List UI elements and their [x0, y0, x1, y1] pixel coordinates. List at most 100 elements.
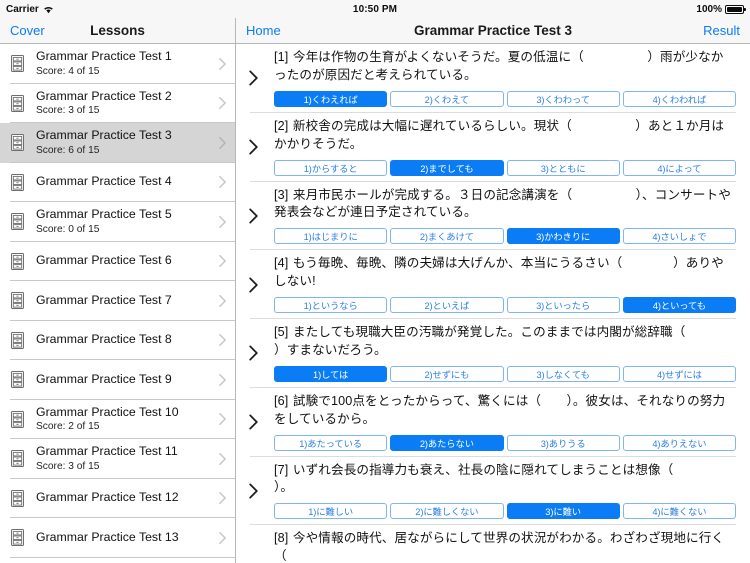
- status-bar-time: 10:50 PM: [352, 3, 398, 15]
- lesson-row[interactable]: Grammar Practice Test 12: [0, 478, 235, 518]
- chevron-right-icon[interactable]: [248, 138, 259, 156]
- chevron-right-icon: [218, 136, 227, 150]
- question-number: [8]: [274, 531, 289, 546]
- question-body: 今や情報の時代、居ながらにして世界の状況がわかる。わざわざ現地に行く（: [274, 531, 725, 563]
- choice-button[interactable]: 2)くわえて: [390, 90, 504, 107]
- file-cabinet-icon: [10, 54, 25, 73]
- file-cabinet-icon: [10, 528, 25, 547]
- choice-button[interactable]: 4)せずには: [622, 365, 736, 382]
- lesson-text-block: Grammar Practice Test 6: [36, 254, 212, 268]
- question-item[interactable]: [8] 今や情報の時代、居ながらにして世界の状況がわかる。わざわざ現地に行く（: [236, 525, 750, 563]
- chevron-right-icon: [218, 57, 227, 71]
- question-body: 来月市民ホールが完成する。３日の記念講演を（ ）、コンサートや発表会などが連日予…: [274, 187, 731, 220]
- sidebar: Cover Lessons Grammar Practice Test 1 Sco…: [0, 18, 236, 563]
- choice-button[interactable]: 1)からすると: [274, 159, 388, 176]
- chevron-right-icon: [218, 254, 227, 268]
- question-item[interactable]: [5] またしても現職大臣の汚職が発覚した。このままでは内閣が総辞職（ ）すまな…: [236, 319, 750, 388]
- question-number: [2]: [274, 118, 289, 133]
- chevron-right-icon[interactable]: [248, 482, 259, 500]
- question-body: 試験で100点をとったからって、驚くには（ ）。彼女は、それなりの努力をしている…: [274, 393, 726, 426]
- choice-button[interactable]: 1)はじまりに: [274, 228, 388, 245]
- lesson-row[interactable]: Grammar Practice Test 13: [0, 518, 235, 558]
- question-item[interactable]: [1] 今年は作物の生育がよくないそうだ。夏の低温に（ ）雨が少なかったのが原因…: [236, 44, 750, 113]
- lesson-row[interactable]: Grammar Practice Test 1 Score: 4 of 15: [0, 44, 235, 84]
- chevron-right-icon[interactable]: [248, 69, 259, 87]
- chevron-right-icon[interactable]: [248, 207, 259, 225]
- result-button[interactable]: Result: [703, 23, 740, 38]
- file-cabinet-icon: [10, 449, 25, 468]
- home-back-button[interactable]: Home: [246, 23, 281, 38]
- choice-button[interactable]: 1)くわえれば: [274, 90, 388, 107]
- question-number: [1]: [274, 50, 289, 64]
- chevron-right-icon: [218, 215, 227, 229]
- status-bar: Carrier 10:50 PM 100%: [0, 0, 750, 18]
- chevron-right-icon: [218, 373, 227, 387]
- choice-button[interactable]: 3)ありうる: [506, 434, 620, 451]
- choice-button[interactable]: 3)くわわって: [506, 90, 620, 107]
- question-list[interactable]: [1] 今年は作物の生育がよくないそうだ。夏の低温に（ ）雨が少なかったのが原因…: [236, 44, 750, 563]
- choice-button[interactable]: 1)というなら: [274, 297, 388, 313]
- lesson-list[interactable]: Grammar Practice Test 1 Score: 4 of 15 Gra…: [0, 44, 235, 563]
- lesson-row[interactable]: Grammar Practice Test 10 Score: 2 of 15: [0, 399, 235, 439]
- choice-button[interactable]: 4)といっても: [622, 297, 736, 313]
- split-view: Cover Lessons Grammar Practice Test 1 Sco…: [0, 18, 750, 563]
- lesson-title: Grammar Practice Test 3: [36, 129, 172, 143]
- cover-back-button[interactable]: Cover: [0, 23, 45, 38]
- lesson-text-block: Grammar Practice Test 9: [36, 373, 212, 387]
- lesson-score: Score: 6 of 15: [36, 144, 100, 156]
- chevron-right-icon[interactable]: [248, 276, 259, 294]
- choice-button[interactable]: 2)に難しくない: [390, 503, 504, 520]
- choice-button[interactable]: 4)によって: [622, 159, 736, 176]
- choice-button[interactable]: 2)といえば: [390, 297, 504, 313]
- lesson-text-block: Grammar Practice Test 12: [36, 491, 212, 505]
- lesson-row[interactable]: Grammar Practice Test 3 Score: 6 of 15: [0, 123, 235, 163]
- file-cabinet-icon: [10, 173, 25, 192]
- question-body: 今年は作物の生育がよくないそうだ。夏の低温に（ ）雨が少なかったのが原因だと考え…: [274, 50, 724, 82]
- sidebar-navigation-bar: Cover Lessons: [0, 18, 235, 44]
- lesson-title: Grammar Practice Test 7: [36, 293, 172, 307]
- choice-button[interactable]: 3)とともに: [506, 159, 620, 176]
- choice-button[interactable]: 1)に難しい: [274, 503, 388, 520]
- lesson-row[interactable]: Grammar Practice Test 7: [0, 281, 235, 321]
- chevron-right-icon[interactable]: [248, 413, 259, 431]
- choice-row: 1)というなら 2)といえば 3)といったら 4)といっても: [274, 297, 736, 313]
- choice-button[interactable]: 2)までしても: [390, 159, 504, 176]
- lesson-row[interactable]: Grammar Practice Test 5 Score: 0 of 15: [0, 202, 235, 242]
- lesson-row[interactable]: Grammar Practice Test 8: [0, 320, 235, 360]
- lesson-row[interactable]: Grammar Practice Test 6: [0, 241, 235, 281]
- chevron-right-icon[interactable]: [248, 344, 259, 362]
- choice-button[interactable]: 3)しなくても: [506, 365, 620, 382]
- lesson-row[interactable]: Grammar Practice Test 9: [0, 360, 235, 400]
- choice-button[interactable]: 3)といったら: [506, 297, 620, 313]
- main-navigation-bar: Home Grammar Practice Test 3 Result: [236, 18, 750, 44]
- choice-button[interactable]: 2)あたらない: [390, 434, 504, 451]
- question-item[interactable]: [6] 試験で100点をとったからって、驚くには（ ）。彼女は、それなりの努力を…: [236, 388, 750, 457]
- question-item[interactable]: [4] もう毎晩、毎晩、隣の夫婦は大げんか、本当にうるさい（ ）ありやしない! 1…: [236, 250, 750, 319]
- chevron-right-icon: [218, 333, 227, 347]
- choice-button[interactable]: 3)かわきりに: [506, 228, 620, 245]
- choice-button[interactable]: 2)まくあけて: [390, 228, 504, 245]
- lesson-row[interactable]: Grammar Practice Test 2 Score: 3 of 15: [0, 83, 235, 123]
- choice-button[interactable]: 1)あたっている: [274, 434, 388, 451]
- choice-button[interactable]: 4)に難くない: [622, 503, 736, 520]
- choice-button[interactable]: 3)に難い: [506, 503, 620, 520]
- choice-button[interactable]: 2)せずにも: [390, 365, 504, 382]
- question-item[interactable]: [7] いずれ会長の指導力も衰え、社長の陰に隠れてしまうことは想像（ ）。 1)に…: [236, 457, 750, 526]
- choice-button[interactable]: 4)さいしょで: [622, 228, 736, 245]
- question-item[interactable]: [2] 新校舎の完成は大幅に遅れているらしい。現状（ ）あと１か月はかかりそうだ…: [236, 113, 750, 182]
- file-cabinet-icon: [10, 370, 25, 389]
- chevron-right-icon: [218, 452, 227, 466]
- lesson-text-block: Grammar Practice Test 7: [36, 294, 212, 308]
- lesson-row[interactable]: Grammar Practice Test 11 Score: 3 of 15: [0, 439, 235, 479]
- choice-button[interactable]: 4)ありえない: [622, 434, 736, 451]
- choice-button[interactable]: 1)しては: [274, 365, 388, 382]
- status-bar-right: 100%: [696, 4, 746, 15]
- question-item[interactable]: [3] 来月市民ホールが完成する。３日の記念講演を（ ）、コンサートや発表会など…: [236, 182, 750, 251]
- lesson-row[interactable]: Grammar Practice Test 4: [0, 162, 235, 202]
- question-body: 新校舎の完成は大幅に遅れているらしい。現状（ ）あと１か月はかかりそうだ。: [274, 118, 725, 151]
- choice-button[interactable]: 4)くわわれば: [622, 90, 736, 107]
- file-cabinet-icon: [10, 133, 25, 152]
- lesson-title: Grammar Practice Test 10: [36, 405, 179, 419]
- page-title: Grammar Practice Test 3: [413, 23, 573, 38]
- lesson-text-block: Grammar Practice Test 2 Score: 3 of 15: [36, 90, 212, 117]
